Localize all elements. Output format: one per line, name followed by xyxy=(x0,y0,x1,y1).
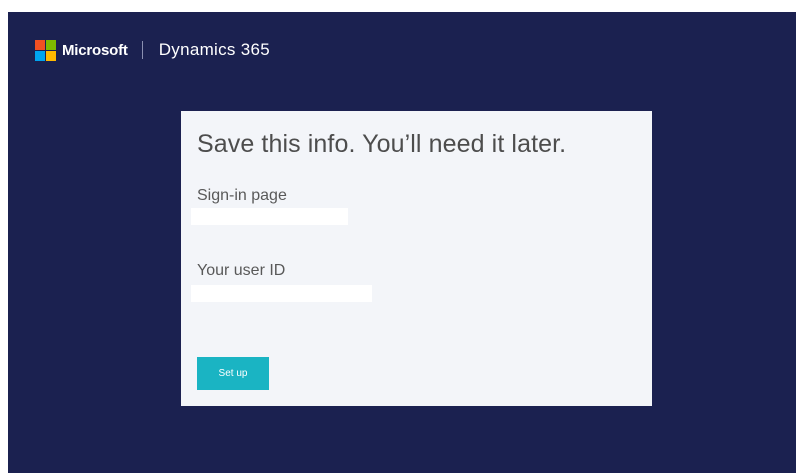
app-screen: Microsoft Dynamics 365 Save this info. Y… xyxy=(8,12,796,473)
logo-green-square xyxy=(46,39,56,50)
user-id-label: Your user ID xyxy=(197,262,286,279)
logo-yellow-square xyxy=(46,50,56,61)
info-card: Save this info. You’ll need it later. Si… xyxy=(181,111,652,406)
product-name: Dynamics 365 xyxy=(158,40,271,59)
logo-red-square xyxy=(35,39,45,50)
logo-blue-square xyxy=(35,50,45,61)
card-title: Save this info. You’ll need it later. xyxy=(197,130,567,158)
microsoft-logo-icon xyxy=(35,39,56,61)
sign-in-page-value xyxy=(191,208,348,225)
user-id-value xyxy=(191,285,372,302)
sign-in-page-label: Sign-in page xyxy=(197,187,287,204)
brand-name: Microsoft xyxy=(62,41,128,59)
header-bar: Microsoft Dynamics 365 xyxy=(35,39,270,61)
set-up-button[interactable]: Set up xyxy=(197,357,269,390)
header-divider xyxy=(141,41,143,59)
